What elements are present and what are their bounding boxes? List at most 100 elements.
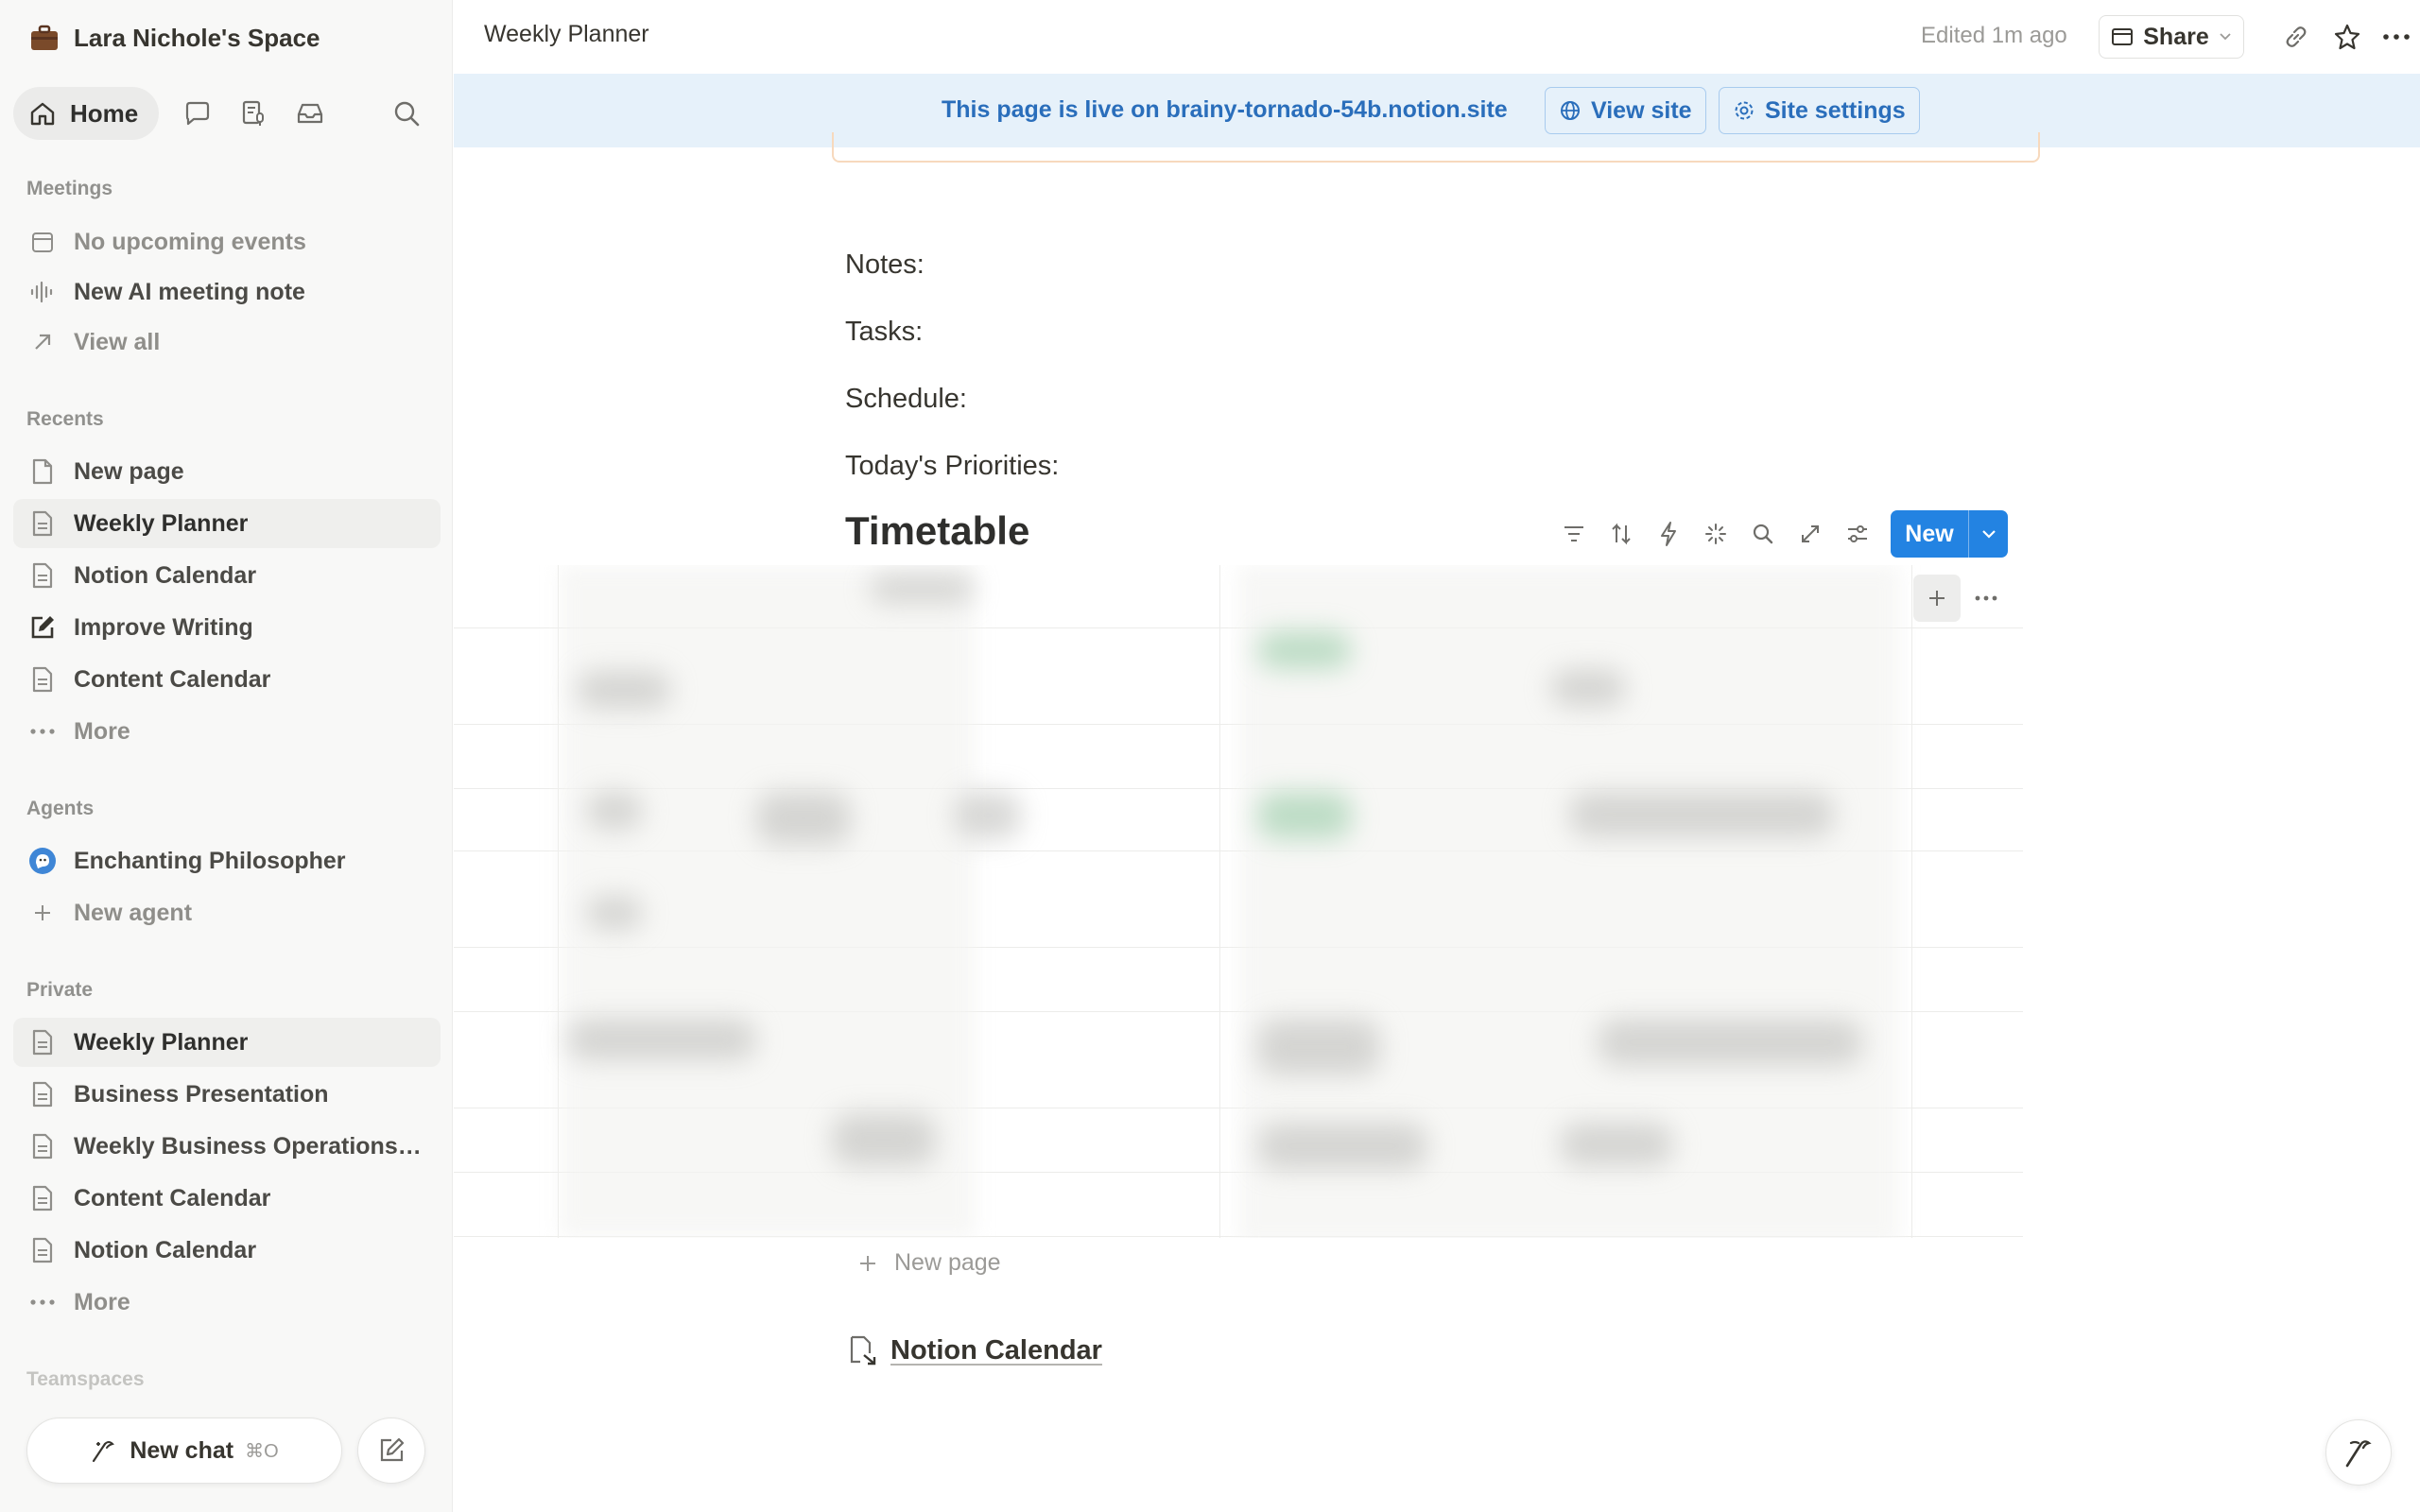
gear-icon bbox=[1733, 99, 1755, 122]
add-column-button[interactable] bbox=[1913, 575, 1961, 622]
globe-icon bbox=[1559, 99, 1582, 122]
private-item-notion-calendar[interactable]: Notion Calendar bbox=[13, 1226, 441, 1275]
blurred-cell bbox=[1560, 1123, 1673, 1166]
ai-autofill-icon[interactable] bbox=[1700, 518, 1732, 550]
recent-item-content-calendar[interactable]: Content Calendar bbox=[13, 655, 441, 704]
text-todays-priorities[interactable]: Today's Priorities: bbox=[845, 451, 1059, 482]
chevron-down-icon[interactable] bbox=[1969, 528, 2008, 540]
top-bar: Weekly Planner Edited 1m ago Share bbox=[454, 0, 2420, 74]
meeting-item-new-ai-note[interactable]: New AI meeting note bbox=[13, 267, 441, 317]
ai-sparkle-icon bbox=[90, 1436, 118, 1465]
blurred-cell bbox=[1257, 1123, 1427, 1170]
site-settings-button[interactable]: Site settings bbox=[1719, 87, 1920, 134]
home-icon bbox=[28, 99, 57, 128]
blurred-cell bbox=[567, 1019, 756, 1060]
section-recents: Recents bbox=[26, 408, 104, 430]
column-options-button[interactable] bbox=[1966, 578, 2006, 618]
agent-item-enchanting-philosopher[interactable]: Enchanting Philosopher bbox=[13, 836, 441, 885]
blurred-cell bbox=[1257, 792, 1352, 839]
ellipsis-icon bbox=[1975, 595, 1997, 601]
star-icon[interactable] bbox=[2329, 19, 2365, 55]
new-chat-label: New chat bbox=[130, 1436, 234, 1464]
recent-item-notion-calendar[interactable]: Notion Calendar bbox=[13, 551, 441, 600]
settings-sliders-icon[interactable] bbox=[1841, 518, 1874, 550]
page-lines-icon bbox=[28, 1028, 57, 1057]
database-title[interactable]: Timetable bbox=[845, 508, 1029, 554]
nav-home-label: Home bbox=[70, 98, 139, 128]
share-button[interactable]: Share bbox=[2099, 15, 2244, 59]
chevron-down-icon bbox=[2219, 32, 2232, 42]
text-schedule[interactable]: Schedule: bbox=[845, 384, 967, 415]
text-tasks[interactable]: Tasks: bbox=[845, 317, 923, 348]
meeting-item-view-all[interactable]: View all bbox=[13, 318, 441, 367]
agent-item-new-agent[interactable]: New agent bbox=[13, 888, 441, 937]
new-record-label: New bbox=[1905, 520, 1954, 547]
sort-icon[interactable] bbox=[1605, 518, 1637, 550]
recent-item-weekly-planner[interactable]: Weekly Planner bbox=[13, 499, 441, 548]
link-icon[interactable] bbox=[2278, 19, 2314, 55]
table-col-divider bbox=[1219, 565, 1220, 1238]
inbox-icon[interactable] bbox=[291, 94, 329, 132]
banner-text: This page is live on brainy-tornado-54b.… bbox=[942, 96, 1508, 123]
meeting-item-no-events[interactable]: No upcoming events bbox=[13, 217, 441, 266]
private-item-content-calendar[interactable]: Content Calendar bbox=[13, 1174, 441, 1223]
linked-page-notion-calendar[interactable]: Notion Calendar bbox=[847, 1334, 1102, 1366]
breadcrumb-page-title[interactable]: Weekly Planner bbox=[484, 21, 649, 48]
page-lines-icon bbox=[28, 1080, 57, 1108]
workspace-name: Lara Nichole's Space bbox=[74, 23, 320, 52]
sidebar: Lara Nichole's Space Home Meetings No up… bbox=[0, 0, 453, 1512]
view-site-button[interactable]: View site bbox=[1545, 87, 1706, 134]
page-icon bbox=[28, 457, 57, 486]
blurred-cell bbox=[1550, 669, 1626, 707]
private-item-more[interactable]: More bbox=[13, 1278, 441, 1327]
blurred-cell bbox=[756, 792, 851, 845]
blurred-cell bbox=[1598, 1019, 1862, 1066]
primary-nav: Home bbox=[13, 87, 329, 140]
section-teamspaces: Teamspaces bbox=[26, 1368, 145, 1390]
ellipsis-icon bbox=[28, 717, 57, 746]
nav-home[interactable]: Home bbox=[13, 87, 160, 140]
new-record-button[interactable]: New bbox=[1891, 510, 2008, 558]
lightning-icon[interactable] bbox=[1652, 518, 1685, 550]
ai-assistant-icon bbox=[2340, 1434, 2377, 1471]
blurred-cell bbox=[870, 575, 974, 603]
filter-icon[interactable] bbox=[1558, 518, 1590, 550]
ellipsis-icon bbox=[28, 1288, 57, 1316]
new-page-label: New page bbox=[894, 1249, 1001, 1276]
arrow-up-right-icon bbox=[28, 328, 57, 356]
blurred-cell bbox=[1569, 792, 1834, 837]
plus-icon bbox=[856, 1252, 879, 1275]
private-item-weekly-planner[interactable]: Weekly Planner bbox=[13, 1018, 441, 1067]
recent-item-more[interactable]: More bbox=[13, 707, 441, 756]
more-options-icon[interactable] bbox=[2378, 19, 2414, 55]
agent-avatar-icon bbox=[28, 847, 57, 875]
callout-block-edge bbox=[832, 132, 2040, 163]
search-icon[interactable] bbox=[388, 94, 425, 132]
expand-icon[interactable] bbox=[1794, 518, 1826, 550]
edited-status: Edited 1m ago bbox=[1921, 23, 2067, 48]
section-agents: Agents bbox=[26, 798, 95, 819]
private-item-business-presentation[interactable]: Business Presentation bbox=[13, 1070, 441, 1119]
private-item-weekly-business-operations[interactable]: Weekly Business Operations ... bbox=[13, 1122, 441, 1171]
new-page-row[interactable]: New page bbox=[856, 1249, 1001, 1277]
page-link-icon bbox=[847, 1334, 879, 1366]
site-settings-label: Site settings bbox=[1765, 96, 1906, 124]
chat-bubble-icon[interactable] bbox=[178, 94, 216, 132]
briefcase-icon bbox=[28, 22, 60, 54]
new-chat-button[interactable]: New chat ⌘O bbox=[26, 1418, 342, 1484]
blurred-cell bbox=[586, 792, 643, 830]
view-site-label: View site bbox=[1591, 96, 1692, 124]
search-database-icon[interactable] bbox=[1747, 518, 1779, 550]
edit-icon bbox=[28, 613, 57, 642]
compose-button[interactable] bbox=[357, 1418, 425, 1484]
recent-item-improve-writing[interactable]: Improve Writing bbox=[13, 603, 441, 652]
recent-item-new-page[interactable]: New page bbox=[13, 447, 441, 496]
text-notes[interactable]: Notes: bbox=[845, 249, 925, 281]
ai-assistant-button[interactable] bbox=[2325, 1419, 2392, 1486]
section-meetings: Meetings bbox=[26, 178, 113, 199]
page-lines-icon bbox=[28, 509, 57, 538]
meeting-notes-icon[interactable] bbox=[234, 94, 272, 132]
blurred-cell bbox=[1257, 631, 1352, 669]
section-private: Private bbox=[26, 979, 94, 1001]
workspace-switcher[interactable]: Lara Nichole's Space bbox=[28, 17, 320, 59]
